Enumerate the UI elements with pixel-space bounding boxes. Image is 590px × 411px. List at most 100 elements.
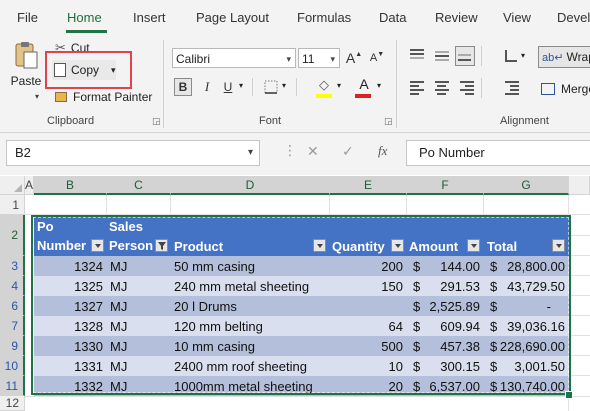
bold-button[interactable]: B [174, 78, 192, 96]
column-header-d[interactable]: D [171, 176, 330, 195]
row-header-6[interactable]: 6 [0, 296, 25, 316]
tab-file[interactable]: File [17, 10, 38, 25]
column-header-f[interactable]: F [407, 176, 484, 195]
cell-total[interactable]: $228,690.00 [484, 336, 569, 356]
align-left-icon[interactable] [408, 80, 426, 96]
cell-amount[interactable]: $2,525.89 [407, 296, 484, 316]
row-header-1[interactable]: 1 [0, 195, 25, 215]
filter-dropdown-product[interactable] [313, 239, 326, 252]
cell-sales-person[interactable]: MJ [107, 256, 171, 276]
cancel-edit-icon[interactable]: ✕ [307, 143, 319, 160]
cell-sales-person[interactable]: MJ [107, 376, 171, 396]
cell-product[interactable]: 1000mm metal sheeting [171, 376, 330, 396]
format-painter-button[interactable]: Format Painter [55, 88, 152, 106]
header-product[interactable]: Product [171, 236, 330, 256]
cell-sales-person[interactable]: MJ [107, 276, 171, 296]
cell-total[interactable]: $130,740.00 [484, 376, 569, 396]
cell-amount[interactable]: $6,537.00 [407, 376, 484, 396]
cell-quantity[interactable] [330, 296, 407, 316]
formula-input[interactable]: Po Number [406, 140, 590, 166]
cell-po-number[interactable]: 1328 [34, 316, 107, 336]
grow-font-button[interactable]: A ▲ [345, 49, 363, 67]
cell-product[interactable]: 120 mm belting [171, 316, 330, 336]
column-header-h[interactable] [569, 176, 590, 195]
middle-align-icon[interactable] [433, 48, 451, 64]
filter-dropdown-po-number[interactable] [91, 239, 104, 252]
cell-total[interactable]: $28,800.00 [484, 256, 569, 276]
cell-quantity[interactable]: 10 [330, 356, 407, 376]
row-header-9[interactable]: 9 [0, 336, 25, 356]
cell-quantity[interactable]: 20 [330, 376, 407, 396]
cell-product[interactable]: 10 mm casing [171, 336, 330, 356]
filter-dropdown-quantity[interactable] [391, 239, 404, 252]
borders-dropdown-icon[interactable]: ▾ [282, 81, 286, 90]
align-right-icon[interactable] [458, 80, 476, 96]
row-header-7[interactable]: 7 [0, 316, 25, 336]
filter-dropdown-total[interactable] [552, 239, 565, 252]
cell-total[interactable]: $3,001.50 [484, 356, 569, 376]
row-header-3[interactable]: 3 [0, 256, 25, 276]
fill-handle[interactable] [565, 391, 573, 399]
column-header-a[interactable]: A [25, 176, 34, 195]
cell-product[interactable]: 2400 mm roof sheeting [171, 356, 330, 376]
orientation-dropdown-icon[interactable]: ▾ [521, 51, 525, 60]
cell-quantity[interactable]: 150 [330, 276, 407, 296]
select-all-corner[interactable] [0, 176, 25, 195]
cell-po-number[interactable]: 1332 [34, 376, 107, 396]
align-center-icon[interactable] [433, 80, 451, 96]
column-header-e[interactable]: E [330, 176, 407, 195]
cell-quantity[interactable]: 200 [330, 256, 407, 276]
fill-color-button[interactable]: ◇ [315, 76, 333, 94]
row-header-4[interactable]: 4 [0, 276, 25, 296]
tab-review[interactable]: Review [435, 10, 478, 25]
cell-sales-person[interactable]: MJ [107, 296, 171, 316]
paste-dropdown-icon[interactable]: ▾ [35, 92, 39, 101]
bottom-align-icon[interactable] [455, 46, 475, 66]
cell-amount[interactable]: $300.15 [407, 356, 484, 376]
font-size-combo[interactable]: 11 ▾ [298, 48, 340, 68]
cell-po-number[interactable]: 1325 [34, 276, 107, 296]
font-name-combo[interactable]: Calibri ▾ [172, 48, 296, 68]
tab-developer[interactable]: Devel [557, 10, 590, 25]
tab-view[interactable]: View [503, 10, 531, 25]
cell-quantity[interactable]: 500 [330, 336, 407, 356]
font-color-button[interactable]: A [355, 75, 373, 93]
fill-color-dropdown-icon[interactable]: ▾ [337, 81, 341, 90]
underline-dropdown-icon[interactable]: ▾ [239, 81, 243, 90]
cell-po-number[interactable]: 1327 [34, 296, 107, 316]
cell-sales-person[interactable]: MJ [107, 356, 171, 376]
column-header-c[interactable]: C [107, 176, 171, 195]
insert-function-icon[interactable]: fx [378, 143, 387, 159]
chevron-down-icon[interactable]: ▾ [248, 141, 253, 165]
column-header-g[interactable]: G [484, 176, 569, 195]
cell-total[interactable]: $39,036.16 [484, 316, 569, 336]
cell-po-number[interactable]: 1324 [34, 256, 107, 276]
cell-amount[interactable]: $291.53 [407, 276, 484, 296]
cell-total[interactable]: $43,729.50 [484, 276, 569, 296]
tab-page-layout[interactable]: Page Layout [196, 10, 269, 25]
indent-icon[interactable] [503, 80, 521, 96]
name-box[interactable]: B2 ▾ [6, 140, 260, 166]
cell-po-number[interactable]: 1330 [34, 336, 107, 356]
cell-product[interactable]: 50 mm casing [171, 256, 330, 276]
row-header-2[interactable]: 2 [0, 215, 25, 256]
cell-amount[interactable]: $144.00 [407, 256, 484, 276]
cell-quantity[interactable]: 64 [330, 316, 407, 336]
font-color-dropdown-icon[interactable]: ▾ [377, 81, 381, 90]
paste-button[interactable]: Paste [10, 40, 42, 96]
cell-product[interactable]: 240 mm metal sheeting [171, 276, 330, 296]
row-header-10[interactable]: 10 [0, 356, 25, 376]
wrap-text-button[interactable]: ab↵ Wrap [538, 46, 590, 68]
cell-po-number[interactable]: 1331 [34, 356, 107, 376]
column-header-b[interactable]: B [34, 176, 107, 195]
tab-data[interactable]: Data [379, 10, 406, 25]
orientation-icon[interactable] [503, 48, 521, 64]
filter-dropdown-amount[interactable] [467, 239, 480, 252]
cell-amount[interactable]: $609.94 [407, 316, 484, 336]
merge-center-button[interactable]: Merge [541, 80, 590, 98]
row-header-12[interactable]: 12 [0, 396, 25, 411]
cell-product[interactable]: 20 l Drums [171, 296, 330, 316]
borders-button[interactable] [262, 78, 280, 96]
confirm-edit-icon[interactable]: ✓ [342, 143, 354, 160]
filter-active-sales-person[interactable] [155, 239, 168, 252]
